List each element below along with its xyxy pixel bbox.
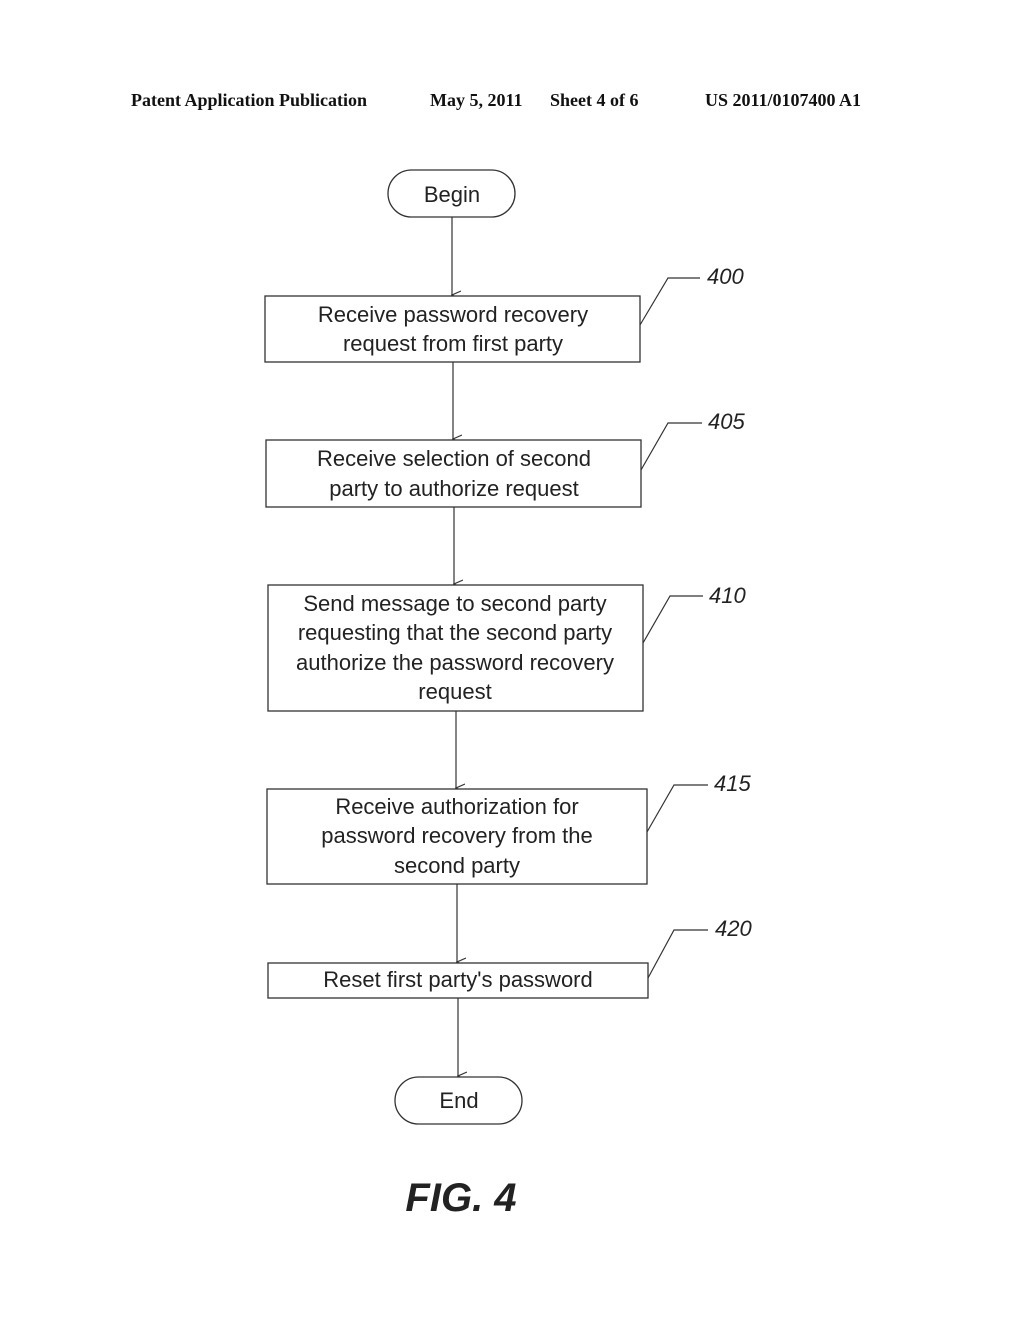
ref-numeral-400: 400 xyxy=(707,264,744,289)
step-410-line-2: requesting that the second party xyxy=(298,620,612,645)
step-400-line-2: request from first party xyxy=(343,331,563,356)
step-400-line-1: Receive password recovery xyxy=(318,302,588,327)
step-410: Send message to second party requesting … xyxy=(267,583,746,712)
step-405-line-2: party to authorize request xyxy=(329,476,578,501)
ref-numeral-415: 415 xyxy=(714,771,751,796)
ref-numeral-420: 420 xyxy=(715,916,752,941)
step-420-line-1: Reset first party's password xyxy=(323,967,593,992)
flowchart: Begin Receive password recovery request … xyxy=(264,169,752,1220)
ref-numeral-405: 405 xyxy=(708,409,745,434)
step-400: Receive password recovery request from f… xyxy=(264,264,744,363)
step-420: Reset first party's password 420 xyxy=(267,916,752,999)
step-415: Receive authorization for password recov… xyxy=(266,771,751,885)
step-415-line-2: password recovery from the xyxy=(321,823,592,848)
step-405-line-1: Receive selection of second xyxy=(317,446,591,471)
step-405: Receive selection of second party to aut… xyxy=(265,409,745,508)
leader-line xyxy=(646,784,708,833)
begin-label: Begin xyxy=(424,182,480,207)
step-410-line-3: authorize the password recovery xyxy=(296,650,614,675)
leader-line xyxy=(642,595,703,644)
step-415-line-3: second party xyxy=(394,853,520,878)
step-410-line-4: request xyxy=(418,679,491,704)
step-410-line-1: Send message to second party xyxy=(303,591,606,616)
ref-numeral-410: 410 xyxy=(709,583,746,608)
step-415-line-1: Receive authorization for xyxy=(335,794,578,819)
leader-line xyxy=(639,277,700,326)
figure-label: FIG. 4 xyxy=(405,1176,516,1220)
end-label: End xyxy=(439,1088,478,1113)
leader-line xyxy=(647,929,708,979)
leader-line xyxy=(640,422,702,471)
